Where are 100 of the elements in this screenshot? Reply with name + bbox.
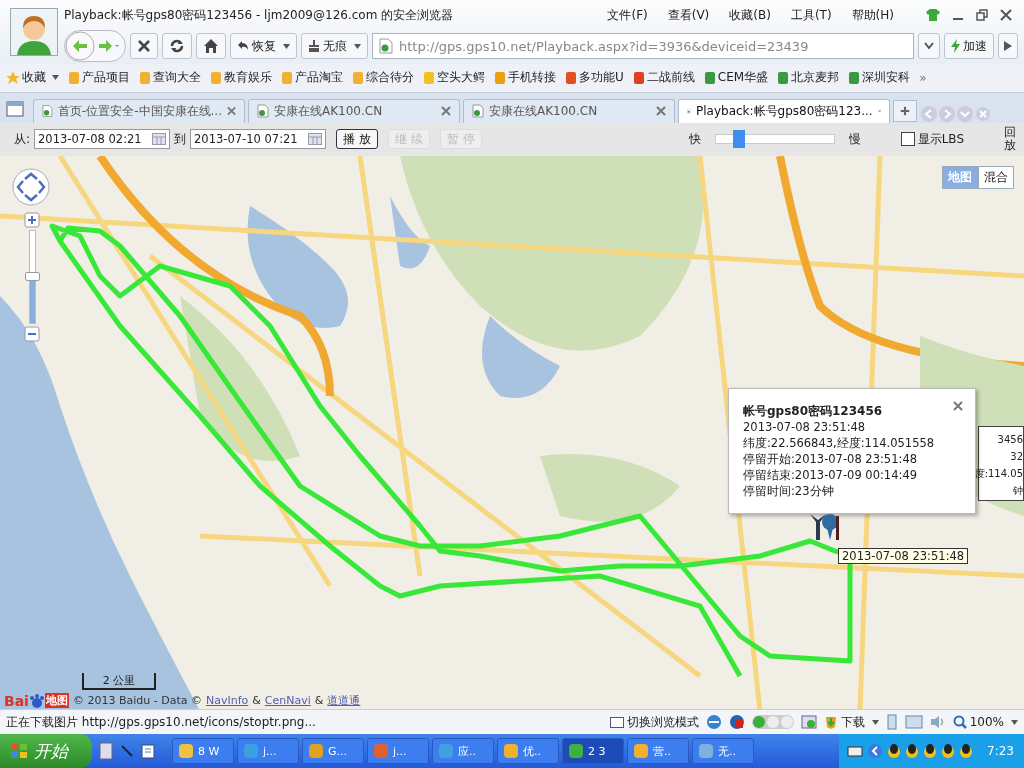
- go-button[interactable]: [998, 33, 1018, 59]
- close-icon[interactable]: [441, 106, 451, 117]
- tray-icon[interactable]: [923, 743, 938, 759]
- to-label: 到: [174, 130, 187, 148]
- dropdown-button[interactable]: [918, 33, 940, 59]
- bookmark-item[interactable]: 二战前线: [632, 69, 695, 87]
- incognito-button[interactable]: 无痕: [301, 33, 368, 59]
- bookmark-item[interactable]: 产品项目: [68, 69, 130, 87]
- bookmark-item[interactable]: 产品淘宝: [281, 69, 343, 87]
- caret-icon[interactable]: [52, 75, 59, 81]
- menu-item[interactable]: 文件(F): [607, 6, 648, 24]
- slider-thumb[interactable]: [733, 130, 746, 149]
- home-button[interactable]: [196, 33, 226, 59]
- app-icon: [698, 743, 714, 759]
- calendar-icon[interactable]: [308, 133, 323, 146]
- close-icon[interactable]: [656, 106, 666, 117]
- bookmark-item[interactable]: 手机转接: [494, 69, 556, 87]
- zoom-in-icon[interactable]: [24, 211, 40, 228]
- page-icon: [257, 104, 269, 119]
- bookmark-item[interactable]: 深圳安科: [848, 69, 911, 87]
- browse-mode-button[interactable]: 切换浏览模式: [609, 713, 699, 731]
- caret-icon[interactable]: [871, 719, 879, 725]
- taskbar-button[interactable]: j...: [367, 738, 429, 764]
- caret-icon[interactable]: [354, 43, 361, 49]
- notepad-icon[interactable]: [141, 743, 157, 759]
- taskbar-button[interactable]: j...: [237, 738, 299, 764]
- browser-tab[interactable]: 安康在线AK100.CN: [463, 98, 675, 123]
- zoom-out-icon[interactable]: [24, 325, 40, 342]
- menu-item[interactable]: 查看(V): [667, 6, 710, 24]
- bookmark-item[interactable]: 空头大鳄: [423, 69, 485, 87]
- taskbar-button[interactable]: 2 3: [562, 738, 624, 764]
- close-icon[interactable]: [1000, 9, 1012, 21]
- avatar-icon[interactable]: [10, 8, 58, 56]
- browser-tab[interactable]: 安康在线AK100.CN: [248, 98, 460, 123]
- taskbar-button[interactable]: G...: [302, 738, 364, 764]
- taskbar-button[interactable]: 无..: [692, 738, 754, 764]
- download-button[interactable]: 下载: [823, 713, 879, 731]
- browser-tab[interactable]: 首页-位置安全-中国安康在线...: [33, 98, 245, 123]
- bookmark-item[interactable]: 查询大全: [139, 69, 201, 87]
- restore-icon[interactable]: [976, 9, 988, 21]
- close-icon[interactable]: [953, 400, 963, 411]
- bookmark-item[interactable]: 多功能U: [565, 69, 624, 87]
- chevron-icon[interactable]: [867, 743, 884, 759]
- page-icon: [42, 104, 53, 119]
- ampersand-text: &: [252, 694, 261, 708]
- menu-item[interactable]: 帮助(H): [851, 6, 894, 24]
- refresh-button[interactable]: [162, 33, 192, 59]
- browser-tab[interactable]: Playback:帐号gps80密码123...: [678, 98, 890, 123]
- taskbar-button[interactable]: 8 W: [172, 738, 234, 764]
- clock: 7:23: [987, 744, 1014, 758]
- playback-button[interactable]: 播 放: [336, 129, 378, 150]
- status-text: 正在下载图片 http://gps.gps10.net/icons/stoptr.png...: [6, 713, 316, 731]
- keyboard-icon[interactable]: [847, 745, 864, 757]
- ie-icon[interactable]: [705, 714, 722, 731]
- caret-icon[interactable]: [283, 43, 290, 49]
- new-tab-button[interactable]: [893, 99, 917, 122]
- popup-text: 2013-07-08 23:51:48: [743, 418, 867, 435]
- window-icon[interactable]: [800, 714, 817, 731]
- shield-icon[interactable]: [728, 714, 745, 731]
- start-date-field[interactable]: 2013-07-08 02:21: [34, 129, 171, 150]
- traffic-light-icon[interactable]: [751, 715, 794, 730]
- data-link[interactable]: NavInfo: [205, 694, 249, 708]
- shirt-icon[interactable]: [926, 9, 940, 21]
- taskbar-button[interactable]: 优..: [497, 738, 559, 764]
- calendar-icon[interactable]: [152, 133, 167, 146]
- bookmark-item[interactable]: 综合待分: [352, 69, 414, 87]
- bookmark-item[interactable]: 北京麦邦: [777, 69, 840, 87]
- tray-icon[interactable]: [941, 743, 956, 759]
- bookmark-item[interactable]: CEM华盛: [703, 69, 769, 87]
- undo-icon: [237, 40, 249, 52]
- caret-icon[interactable]: [1011, 719, 1018, 725]
- lbs-checkbox[interactable]: 显示LBS: [900, 130, 964, 148]
- sidebar-icon[interactable]: [6, 100, 24, 117]
- calculator-icon[interactable]: [99, 742, 113, 760]
- restore-button[interactable]: 恢复: [230, 33, 297, 59]
- tray-icon[interactable]: [887, 743, 902, 759]
- taskbar-button[interactable]: 应..: [432, 738, 494, 764]
- pan-control-icon[interactable]: [12, 167, 50, 206]
- map-type-tab[interactable]: 混合: [978, 165, 1014, 189]
- pen-icon[interactable]: [120, 744, 134, 758]
- more-bookmarks[interactable]: »: [919, 70, 927, 85]
- menu-item[interactable]: 收藏(B): [729, 6, 771, 24]
- stop-button[interactable]: [130, 33, 158, 59]
- zoom-thumb[interactable]: [24, 271, 40, 281]
- accelerate-button[interactable]: 加速: [944, 33, 994, 59]
- help-label[interactable]: 回放: [1004, 122, 1018, 153]
- data-link[interactable]: CenNavi: [264, 694, 311, 708]
- close-icon[interactable]: [226, 106, 236, 117]
- menu-item[interactable]: 工具(T): [790, 6, 832, 24]
- paw-icon: [28, 693, 45, 708]
- zoom-level-button[interactable]: 100%: [952, 715, 1018, 730]
- data-link[interactable]: 道道通: [327, 693, 361, 709]
- taskbar-button[interactable]: 营..: [627, 738, 689, 764]
- bookmark-item[interactable]: 教育娱乐: [210, 69, 272, 87]
- favorites-menu[interactable]: 收藏: [6, 69, 59, 87]
- download-icon: [823, 715, 838, 730]
- address-field[interactable]: http://gps.gps10.net/Playback.aspx?id=3936&deviceid=23439: [372, 33, 914, 59]
- end-date-field[interactable]: 2013-07-10 07:21: [190, 129, 327, 150]
- tray-icon[interactable]: [959, 743, 974, 759]
- tray-icon[interactable]: [905, 743, 920, 759]
